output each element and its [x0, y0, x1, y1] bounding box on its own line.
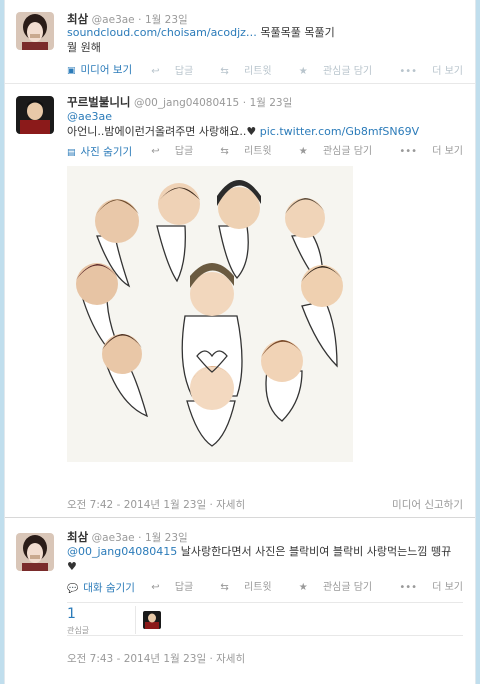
more-icon: ••• [399, 582, 418, 593]
view-media-label: 미디어 보기 [80, 64, 133, 76]
favorite-label: 관심글 담기 [322, 66, 373, 77]
hide-photo-label: 사진 숨기기 [80, 146, 133, 158]
tweet-date[interactable]: 1월 23일 [250, 97, 293, 109]
reply-button[interactable]: ↩ 답글 [139, 66, 193, 77]
attached-photo[interactable] [67, 166, 353, 462]
reply-button[interactable]: ↩ 답글 [139, 146, 193, 157]
tweet-2[interactable]: 꾸르벌불니니 @00_jang04080415 · 1월 23일 @ae3ae … [5, 84, 475, 518]
tweet-stats: 1 관심글 [67, 602, 463, 636]
reply-button[interactable]: ↩ 답글 [139, 582, 193, 593]
favorite-button[interactable]: ★ 관심글 담기 [287, 66, 372, 77]
tweet-text: @00_jang04080415 날사랑한다면서 사진은 블락비여 블락비 사랑… [67, 544, 465, 574]
timestamp-text[interactable]: 오전 7:42 - 2014년 1월 23일 [67, 499, 206, 511]
favorite-button[interactable]: ★ 관심글 담기 [287, 582, 372, 593]
tweet-text-body: 아언니..밤에이런거올려주면 사랑해요..♥ [67, 125, 260, 138]
retweet-button[interactable]: ⇆ 리트윗 [208, 582, 271, 593]
tweet-text-body: 목풀목풀 목풀기 [256, 26, 335, 39]
star-icon: ★ [298, 66, 308, 77]
report-media-link[interactable]: 미디어 신고하기 [392, 497, 463, 512]
photo-icon: ▤ [67, 148, 76, 158]
tweet-actions: ↩ 답글 ⇆ 리트윗 ★ 관심글 담기 ••• 더 보기 [127, 62, 463, 77]
separator-dot: · [242, 97, 247, 109]
tweet-timestamp: 오전 7:43 - 2014년 1월 23일 · 자세히 [67, 653, 246, 665]
retweet-label: 리트윗 [244, 66, 272, 77]
tweet-timestamp: 오전 7:42 - 2014년 1월 23일 · 자세히 [67, 499, 246, 511]
retweet-button[interactable]: ⇆ 리트윗 [208, 66, 271, 77]
timestamp-text[interactable]: 오전 7:43 - 2014년 1월 23일 [67, 653, 206, 665]
tweet-text-body: 날사랑한다면서 사진은 블락비여 블락비 사랑먹는느낌 뗑뀨 [177, 545, 452, 558]
user-handle[interactable]: @ae3ae [92, 532, 135, 544]
avatar[interactable] [16, 533, 54, 571]
tweet-actions: ↩ 답글 ⇆ 리트윗 ★ 관심글 담기 ••• 더 보기 [127, 578, 463, 593]
conversation-icon: 💬 [67, 584, 79, 594]
avatar[interactable] [16, 12, 54, 50]
more-icon: ••• [399, 66, 418, 77]
favorite-label: 관심글 담기 [322, 582, 373, 593]
more-label: 더 보기 [432, 146, 463, 157]
reply-label: 답글 [174, 66, 194, 77]
retweet-label: 리트윗 [244, 146, 272, 157]
photo-illustration [67, 166, 353, 462]
tweet-actions: ↩ 답글 ⇆ 리트윗 ★ 관심글 담기 ••• 더 보기 [127, 142, 463, 157]
timeline: 최삼 @ae3ae · 1월 23일 soundcloud.com/choisa… [4, 0, 476, 684]
hide-photo-toggle[interactable]: ▤ 사진 숨기기 [67, 144, 132, 159]
favorites-label: 관심글 [67, 626, 90, 635]
mention-link[interactable]: @ae3ae [67, 110, 112, 123]
more-label: 더 보기 [432, 582, 463, 593]
tweet-header: 꾸르벌불니니 @00_jang04080415 · 1월 23일 [67, 94, 292, 110]
user-fullname[interactable]: 최삼 [67, 530, 88, 544]
reply-label: 답글 [174, 582, 194, 593]
reply-icon: ↩ [151, 66, 160, 77]
retweet-icon: ⇆ [220, 66, 229, 77]
user-fullname[interactable]: 최삼 [67, 12, 88, 26]
retweet-button[interactable]: ⇆ 리트윗 [208, 146, 271, 157]
stats-divider [135, 606, 136, 634]
star-icon: ★ [298, 146, 308, 157]
pic-link[interactable]: pic.twitter.com/Gb8mfSN69V [260, 125, 419, 138]
reply-label: 답글 [174, 146, 194, 157]
details-link[interactable]: 자세히 [216, 499, 245, 511]
reply-icon: ↩ [151, 582, 160, 593]
retweet-label: 리트윗 [244, 582, 272, 593]
more-button[interactable]: ••• 더 보기 [387, 582, 463, 593]
retweet-icon: ⇆ [220, 582, 229, 593]
tweet-text-line2: ♥ [67, 560, 77, 573]
view-media-toggle[interactable]: ▣ 미디어 보기 [67, 62, 132, 77]
favorite-label: 관심글 담기 [322, 146, 373, 157]
tweet-text: soundcloud.com/choisam/acodjz… 목풀목풀 목풀기 … [67, 25, 465, 55]
avatar[interactable] [16, 96, 54, 134]
details-link[interactable]: 자세히 [216, 653, 245, 665]
tweet-text: @ae3ae 아언니..밤에이런거올려주면 사랑해요..♥ pic.twitte… [67, 109, 465, 139]
user-handle[interactable]: @00_jang04080415 [134, 97, 239, 109]
tweet-1[interactable]: 최삼 @ae3ae · 1월 23일 soundcloud.com/choisa… [5, 0, 475, 84]
user-fullname[interactable]: 꾸르벌불니니 [67, 95, 130, 109]
more-button[interactable]: ••• 더 보기 [387, 146, 463, 157]
reply-icon: ↩ [151, 146, 160, 157]
tweet-date[interactable]: 1월 23일 [145, 532, 188, 544]
retweet-icon: ⇆ [220, 146, 229, 157]
favoriter-avatar[interactable] [143, 611, 161, 629]
tweet-text-line2: 뭘 원해 [67, 41, 101, 54]
more-label: 더 보기 [432, 66, 463, 77]
more-button[interactable]: ••• 더 보기 [387, 66, 463, 77]
soundcloud-link[interactable]: soundcloud.com/choisam/acodjz… [67, 26, 257, 39]
star-icon: ★ [298, 582, 308, 593]
hide-conversation-toggle[interactable]: 💬 대화 숨기기 [67, 580, 135, 595]
separator-dot: · [138, 532, 142, 544]
tweet-header: 최삼 @ae3ae · 1월 23일 [67, 529, 188, 545]
mention-link[interactable]: @00_jang04080415 [67, 545, 177, 558]
favorites-count[interactable]: 1 [67, 606, 76, 622]
media-icon: ▣ [67, 66, 76, 76]
tweet-3[interactable]: 최삼 @ae3ae · 1월 23일 @00_jang04080415 날사랑한… [5, 519, 475, 684]
favorite-button[interactable]: ★ 관심글 담기 [287, 146, 372, 157]
more-icon: ••• [399, 146, 418, 157]
